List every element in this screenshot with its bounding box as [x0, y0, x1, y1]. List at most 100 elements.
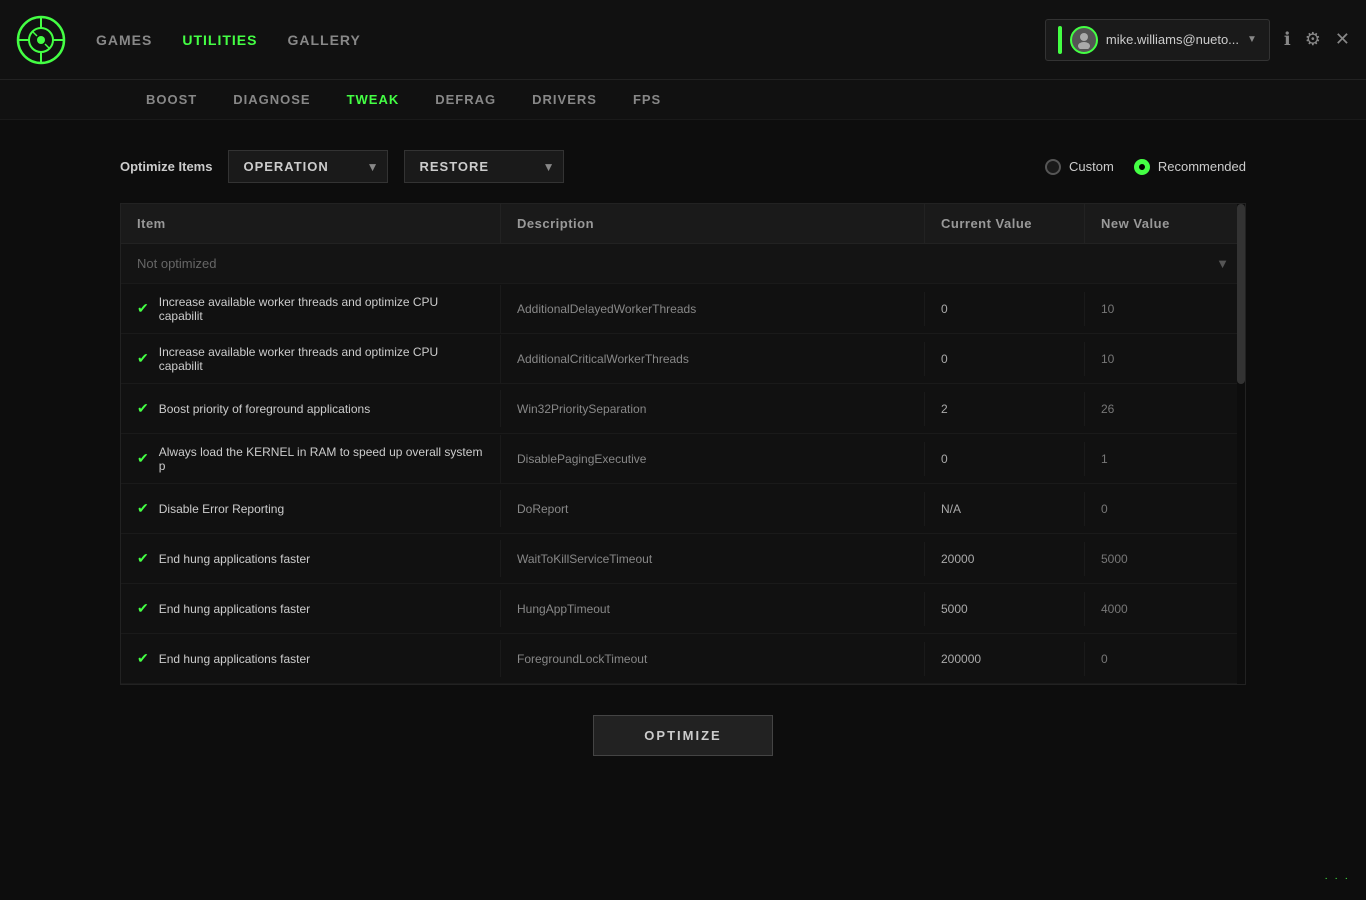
cell-item: ✔ End hung applications faster [121, 590, 501, 627]
cell-current: 200000 [925, 642, 1085, 676]
user-status-bar [1058, 26, 1062, 54]
check-icon: ✔ [137, 450, 149, 467]
optimize-items-label: Optimize Items [120, 159, 212, 174]
optimize-button[interactable]: OPTIMIZE [593, 715, 772, 756]
controls-row: Optimize Items OPERATION ▼ RESTORE ▼ Cus… [120, 150, 1246, 183]
operation-select-wrapper: OPERATION ▼ [228, 150, 388, 183]
check-icon: ✔ [137, 400, 149, 417]
row-item-text: End hung applications faster [159, 602, 310, 616]
row-item-text: End hung applications faster [159, 552, 310, 566]
table-row[interactable]: ✔ End hung applications faster WaitToKil… [121, 534, 1245, 584]
cell-desc: HungAppTimeout [501, 592, 925, 626]
check-icon: ✔ [137, 600, 149, 617]
col-item: Item [121, 204, 501, 243]
not-optimized-label: Not optimized [137, 256, 216, 271]
user-badge[interactable]: mike.williams@nueto... ▼ [1045, 19, 1270, 61]
row-item-text: Disable Error Reporting [159, 502, 284, 516]
table-row[interactable]: ✔ End hung applications faster HungAppTi… [121, 584, 1245, 634]
titlebar: GAMES UTILITIES GALLERY mike.williams@nu… [0, 0, 1366, 80]
col-description: Description [501, 204, 925, 243]
cell-new: 10 [1085, 292, 1245, 326]
cell-item: ✔ Always load the KERNEL in RAM to speed… [121, 435, 501, 483]
cell-new: 1 [1085, 442, 1245, 476]
subnav-tweak[interactable]: TWEAK [331, 80, 416, 120]
nav-utilities[interactable]: UTILITIES [182, 32, 257, 48]
cell-desc: Win32PrioritySeparation [501, 392, 925, 426]
recommended-radio-label: Recommended [1158, 159, 1246, 174]
settings-icon[interactable]: ⚙ [1305, 29, 1321, 50]
titlebar-right: mike.williams@nueto... ▼ ℹ ⚙ ✕ [1045, 19, 1350, 61]
table-header: Item Description Current Value New Value [121, 204, 1245, 244]
user-dropdown-arrow: ▼ [1247, 34, 1257, 45]
cell-item: ✔ Increase available worker threads and … [121, 285, 501, 333]
nav-games[interactable]: GAMES [96, 32, 152, 48]
app-logo [16, 15, 66, 65]
cell-new: 0 [1085, 642, 1245, 676]
cell-current: N/A [925, 492, 1085, 526]
cell-current: 5000 [925, 592, 1085, 626]
custom-radio-label: Custom [1069, 159, 1114, 174]
table-row[interactable]: ✔ Boost priority of foreground applicati… [121, 384, 1245, 434]
check-icon: ✔ [137, 500, 149, 517]
row-item-text: Increase available worker threads and op… [159, 345, 484, 373]
scrollbar-track[interactable] [1237, 204, 1245, 684]
corner-decoration: · · · [1324, 873, 1350, 884]
cell-current: 0 [925, 292, 1085, 326]
scrollbar-thumb[interactable] [1237, 204, 1245, 384]
cell-new: 10 [1085, 342, 1245, 376]
check-icon: ✔ [137, 550, 149, 567]
tweak-table: Item Description Current Value New Value… [120, 203, 1246, 685]
table-row[interactable]: ✔ Disable Error Reporting DoReport N/A 0 [121, 484, 1245, 534]
subnav-fps[interactable]: FPS [617, 80, 677, 120]
row-item-text: End hung applications faster [159, 652, 310, 666]
cell-item: ✔ Increase available worker threads and … [121, 335, 501, 383]
nav-gallery[interactable]: GALLERY [287, 32, 360, 48]
cell-new: 26 [1085, 392, 1245, 426]
optimize-btn-row: OPTIMIZE [120, 715, 1246, 756]
cell-new: 4000 [1085, 592, 1245, 626]
row-item-text: Always load the KERNEL in RAM to speed u… [159, 445, 484, 473]
cell-desc: AdditionalDelayedWorkerThreads [501, 292, 925, 326]
close-icon[interactable]: ✕ [1335, 29, 1350, 50]
main-nav: GAMES UTILITIES GALLERY [96, 32, 361, 48]
main-content: Optimize Items OPERATION ▼ RESTORE ▼ Cus… [0, 120, 1366, 786]
subnav-boost[interactable]: BOOST [130, 80, 213, 120]
row-item-text: Increase available worker threads and op… [159, 295, 484, 323]
table-row[interactable]: ✔ Always load the KERNEL in RAM to speed… [121, 434, 1245, 484]
user-avatar [1070, 26, 1098, 54]
row-item-text: Boost priority of foreground application… [159, 402, 370, 416]
subnav-defrag[interactable]: DEFRAG [419, 80, 512, 120]
cell-current: 0 [925, 342, 1085, 376]
table-row[interactable]: ✔ Increase available worker threads and … [121, 334, 1245, 384]
check-icon: ✔ [137, 300, 149, 317]
check-icon: ✔ [137, 350, 149, 367]
subnav-diagnose[interactable]: DIAGNOSE [217, 80, 326, 120]
check-icon: ✔ [137, 650, 149, 667]
cell-desc: DoReport [501, 492, 925, 526]
cell-item: ✔ Boost priority of foreground applicati… [121, 390, 501, 427]
cell-current: 20000 [925, 542, 1085, 576]
operation-select[interactable]: OPERATION [228, 150, 388, 183]
custom-radio-circle [1045, 159, 1061, 175]
cell-desc: ForegroundLockTimeout [501, 642, 925, 676]
info-icon[interactable]: ℹ [1284, 29, 1291, 50]
recommended-radio-circle [1134, 159, 1150, 175]
subnav-drivers[interactable]: DRIVERS [516, 80, 613, 120]
not-optimized-row[interactable]: Not optimized ▼ [121, 244, 1245, 284]
table-row[interactable]: ✔ Increase available worker threads and … [121, 284, 1245, 334]
radio-group: Custom Recommended [1045, 159, 1246, 175]
col-current: Current Value [925, 204, 1085, 243]
cell-new: 5000 [1085, 542, 1245, 576]
cell-item: ✔ Disable Error Reporting [121, 490, 501, 527]
cell-desc: DisablePagingExecutive [501, 442, 925, 476]
custom-radio[interactable]: Custom [1045, 159, 1114, 175]
table-row[interactable]: ✔ End hung applications faster Foregroun… [121, 634, 1245, 684]
cell-desc: WaitToKillServiceTimeout [501, 542, 925, 576]
restore-select[interactable]: RESTORE [404, 150, 564, 183]
cell-item: ✔ End hung applications faster [121, 640, 501, 677]
sub-nav: BOOST DIAGNOSE TWEAK DEFRAG DRIVERS FPS [0, 80, 1366, 120]
recommended-radio[interactable]: Recommended [1134, 159, 1246, 175]
user-name: mike.williams@nueto... [1106, 32, 1239, 47]
cell-desc: AdditionalCriticalWorkerThreads [501, 342, 925, 376]
col-new: New Value [1085, 204, 1245, 243]
